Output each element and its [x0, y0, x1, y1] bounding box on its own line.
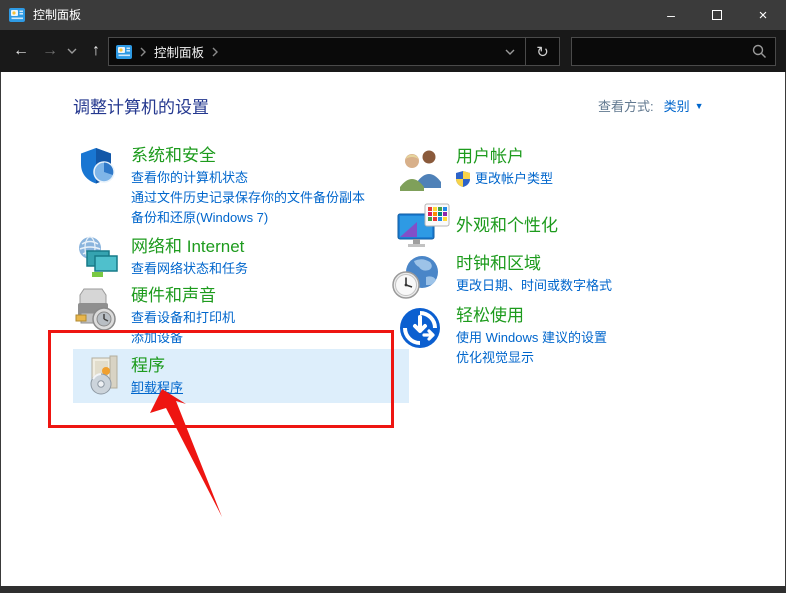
category-user-accounts[interactable]: 用户帐户 — [456, 146, 524, 168]
link-backup-restore-windows7[interactable]: 备份和还原(Windows 7) — [131, 208, 406, 228]
category-appearance-personalization[interactable]: 外观和个性化 — [456, 215, 558, 237]
up-button[interactable]: ↑ — [84, 30, 108, 72]
address-bar[interactable]: 控制面板 ↻ — [108, 37, 560, 66]
search-icon — [752, 44, 767, 59]
shield-pie-icon — [76, 145, 118, 192]
link-view-network-status[interactable]: 查看网络状态和任务 — [131, 259, 406, 279]
category-system-security[interactable]: 系统和安全 — [131, 145, 216, 167]
control-panel-window: 控制面板 – × ← → ↑ 控制面板 — [0, 0, 786, 593]
link-suggested-settings[interactable]: 使用 Windows 建议的设置 — [456, 328, 727, 348]
category-hardware-sound[interactable]: 硬件和声音 — [131, 285, 216, 307]
view-by-value[interactable]: 类别 — [664, 96, 690, 115]
globe-clock-icon — [392, 253, 442, 306]
chevron-right-icon[interactable] — [212, 47, 218, 57]
link-change-date-time-formats[interactable]: 更改日期、时间或数字格式 — [456, 276, 727, 296]
section-user-accounts: 用户帐户 更改帐户类型 — [397, 146, 727, 189]
maximize-icon — [712, 10, 722, 20]
navigation-bar: ← → ↑ 控制面板 — [0, 30, 786, 72]
status-bar — [0, 586, 786, 593]
category-ease-of-access[interactable]: 轻松使用 — [456, 305, 524, 327]
view-by-label: 查看方式: — [598, 96, 654, 115]
ease-of-access-icon — [397, 305, 443, 356]
section-clock-region: 时钟和区域 更改日期、时间或数字格式 — [397, 253, 727, 296]
globe-monitors-icon — [76, 236, 122, 285]
search-box[interactable] — [571, 37, 776, 66]
maximize-button[interactable] — [694, 0, 740, 30]
refresh-button[interactable]: ↻ — [525, 38, 559, 65]
category-network-internet[interactable]: 网络和 Internet — [131, 236, 244, 258]
link-file-history-backup[interactable]: 通过文件历史记录保存你的文件备份副本 — [131, 188, 406, 208]
uac-shield-icon — [456, 171, 470, 187]
section-appearance-personalization: 外观和个性化 — [397, 202, 727, 237]
link-optimize-visual-display[interactable]: 优化视觉显示 — [456, 348, 727, 368]
link-change-account-type[interactable]: 更改帐户类型 — [456, 169, 727, 189]
section-network-internet: 网络和 Internet 查看网络状态和任务 — [76, 236, 406, 279]
view-by-control: 查看方式: 类别 ▼ — [598, 96, 704, 115]
recent-pages-chevron-icon[interactable] — [63, 30, 81, 72]
control-panel-icon — [116, 44, 132, 60]
minimize-button[interactable]: – — [648, 0, 694, 30]
monitor-palette-icon — [397, 202, 451, 257]
section-ease-of-access: 轻松使用 使用 Windows 建议的设置 优化视觉显示 — [397, 305, 727, 368]
close-button[interactable]: × — [740, 0, 786, 30]
category-clock-region[interactable]: 时钟和区域 — [456, 253, 541, 275]
two-users-icon — [397, 146, 447, 197]
forward-button[interactable]: → — [38, 30, 62, 72]
title-bar: 控制面板 – × — [0, 0, 786, 30]
dropdown-triangle-icon[interactable]: ▼ — [695, 101, 704, 111]
link-view-devices-printers[interactable]: 查看设备和打印机 — [131, 308, 406, 328]
breadcrumb-control-panel[interactable]: 控制面板 — [154, 42, 204, 61]
window-title: 控制面板 — [33, 0, 81, 30]
content-area: 调整计算机的设置 查看方式: 类别 ▼ 系统和安全 查看你的计算机状态 — [1, 72, 785, 586]
back-button[interactable]: ← — [6, 30, 36, 72]
link-review-computer-status[interactable]: 查看你的计算机状态 — [131, 168, 406, 188]
control-panel-icon — [9, 7, 25, 23]
chevron-right-icon[interactable] — [140, 47, 146, 57]
annotation-rectangle — [48, 330, 394, 428]
address-dropdown-chevron-icon[interactable] — [495, 38, 525, 65]
search-input[interactable] — [578, 39, 748, 64]
section-system-security: 系统和安全 查看你的计算机状态 通过文件历史记录保存你的文件备份副本 备份和还原… — [76, 145, 406, 228]
page-title: 调整计算机的设置 — [73, 93, 209, 118]
